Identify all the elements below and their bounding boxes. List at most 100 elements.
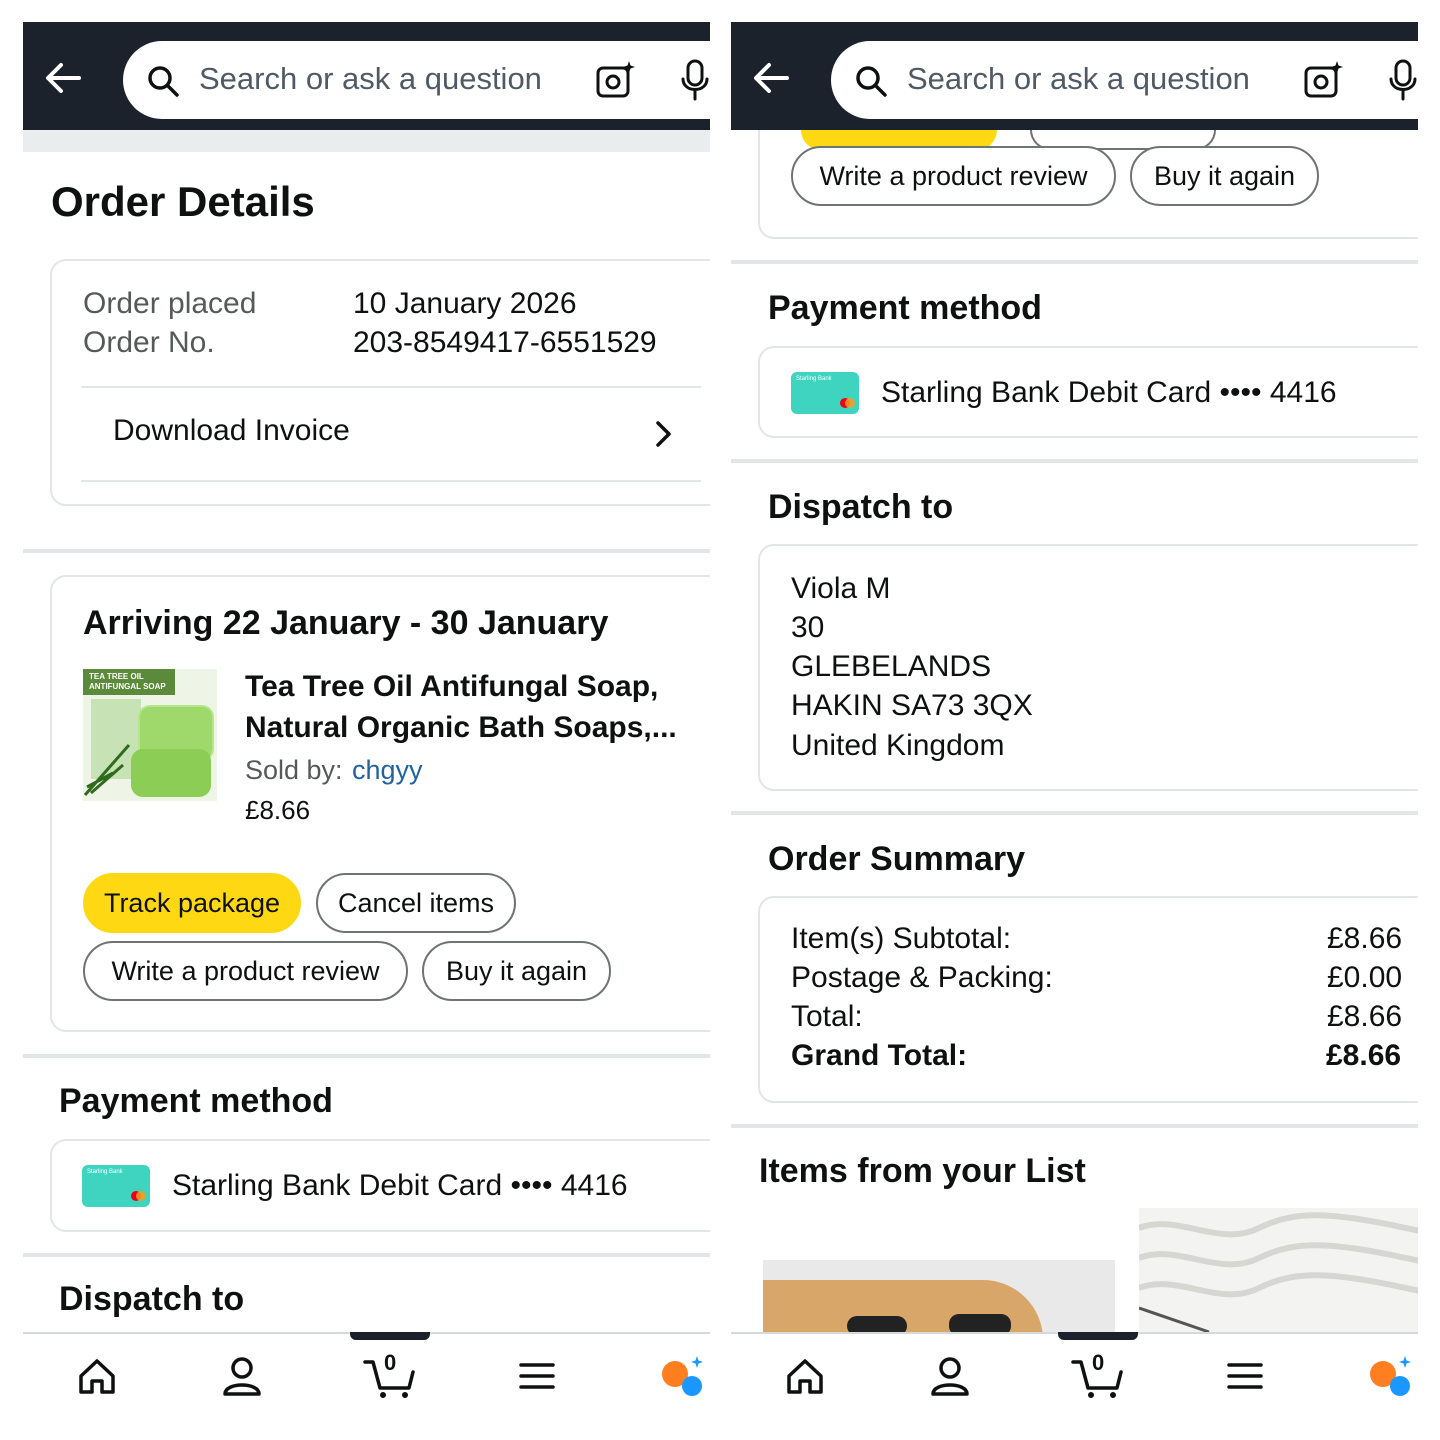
active-tab-indicator xyxy=(1058,1332,1138,1340)
download-invoice-label[interactable]: Download Invoice xyxy=(113,414,350,448)
page-title: Order Details xyxy=(51,178,315,225)
dispatch-to-title: Dispatch to xyxy=(768,488,954,526)
section-separator xyxy=(23,1054,710,1058)
debit-card-icon: Starling Bank xyxy=(791,372,859,414)
address-line-1: 30 xyxy=(791,611,825,644)
payment-card[interactable]: Starling Bank Starling Bank Debit Card •… xyxy=(50,1139,710,1232)
cancel-items-button[interactable]: Cancel items xyxy=(316,873,516,933)
payment-method-title: Payment method xyxy=(59,1082,333,1120)
recipient-name: Viola M xyxy=(791,572,891,605)
payment-method-title: Payment method xyxy=(768,289,1042,327)
order-info-card: Order placed 10 January 2026 Order No. 2… xyxy=(50,259,710,506)
search-placeholder[interactable]: Search or ask a question xyxy=(199,61,542,97)
grand-total-label: Grand Total: xyxy=(791,1039,968,1072)
card-brand-text: Starling Bank xyxy=(87,1169,123,1175)
left-screenshot: Search or ask a question Order Details O… xyxy=(23,22,710,1417)
section-separator xyxy=(23,1253,710,1257)
chevron-right-icon xyxy=(656,421,671,447)
menu-icon[interactable] xyxy=(1223,1354,1267,1398)
buy-again-button[interactable]: Buy it again xyxy=(1130,146,1319,206)
order-summary-title: Order Summary xyxy=(768,840,1025,878)
camera-lens-icon[interactable] xyxy=(595,59,637,101)
dispatch-address-card: Viola M 30 GLEBELANDS HAKIN SA73 3QX Uni… xyxy=(758,544,1418,791)
bottom-navigation: 0 xyxy=(731,1332,1418,1417)
home-icon[interactable] xyxy=(783,1354,827,1398)
total-label: Total: xyxy=(791,1000,863,1033)
microphone-icon[interactable] xyxy=(1387,59,1418,101)
payment-card-text: Starling Bank Debit Card •••• 4416 xyxy=(172,1169,628,1202)
write-review-button[interactable]: Write a product review xyxy=(791,146,1116,206)
back-arrow-icon[interactable] xyxy=(747,56,795,100)
address-country: United Kingdom xyxy=(791,729,1005,762)
product-title-line-1[interactable]: Tea Tree Oil Antifungal Soap, xyxy=(245,670,658,704)
card-brand-text: Starling Bank xyxy=(796,376,832,382)
order-summary-card: Item(s) Subtotal: £8.66 Postage & Packin… xyxy=(758,896,1418,1103)
subtotal-label: Item(s) Subtotal: xyxy=(791,922,1012,955)
sold-by-label: Sold by: xyxy=(245,755,343,785)
top-search-bar: Search or ask a question xyxy=(23,22,710,130)
section-separator xyxy=(731,260,1418,264)
order-placed-label: Order placed xyxy=(83,287,257,320)
cart-count: 0 xyxy=(384,1350,397,1375)
back-arrow-icon[interactable] xyxy=(39,56,87,100)
account-icon[interactable] xyxy=(220,1354,264,1398)
total-value: £8.66 xyxy=(1327,1000,1403,1033)
desk-object xyxy=(949,1314,1011,1332)
tea-tree-leaves-graphic xyxy=(83,744,131,796)
header-divider xyxy=(23,130,710,152)
menu-icon[interactable] xyxy=(515,1354,559,1398)
postage-label: Postage & Packing: xyxy=(791,961,1053,994)
track-package-button[interactable]: Track package xyxy=(83,873,301,933)
list-item-image[interactable] xyxy=(1139,1208,1418,1332)
grand-total-value: £8.66 xyxy=(1326,1039,1402,1072)
cart-count: 0 xyxy=(1092,1350,1105,1375)
search-icon xyxy=(148,66,179,97)
write-review-button[interactable]: Write a product review xyxy=(83,941,408,1001)
postage-value: £0.00 xyxy=(1327,961,1403,994)
search-box[interactable]: Search or ask a question xyxy=(831,41,1418,119)
microphone-icon[interactable] xyxy=(679,59,710,101)
search-icon xyxy=(856,66,887,97)
rufus-assistant-icon[interactable] xyxy=(1367,1354,1411,1398)
order-number-label: Order No. xyxy=(83,326,215,359)
section-separator xyxy=(731,811,1418,815)
product-title-line-2[interactable]: Natural Organic Bath Soaps,... xyxy=(245,711,677,745)
address-line-3: HAKIN SA73 3QX xyxy=(791,689,1033,722)
download-invoice-row[interactable]: Download Invoice xyxy=(81,388,701,480)
subtotal-value: £8.66 xyxy=(1327,922,1403,955)
active-tab-indicator xyxy=(350,1332,430,1340)
product-price: £8.66 xyxy=(245,795,311,825)
order-number: 203-8549417-6551529 xyxy=(353,326,657,359)
seller-link[interactable]: chgyy xyxy=(352,755,423,786)
payment-card-text: Starling Bank Debit Card •••• 4416 xyxy=(881,376,1337,409)
soap-bar xyxy=(131,749,211,797)
items-from-list-title: Items from your List xyxy=(759,1152,1086,1190)
section-separator xyxy=(731,1124,1418,1128)
search-box[interactable]: Search or ask a question xyxy=(123,41,710,119)
payment-card[interactable]: Starling Bank Starling Bank Debit Card •… xyxy=(758,346,1418,438)
product-image-text: TEA TREE OIL ANTIFUNGAL SOAP xyxy=(89,672,166,691)
right-screenshot: Search or ask a question Write a product… xyxy=(731,22,1418,1417)
divider xyxy=(81,480,701,482)
dispatch-to-title: Dispatch to xyxy=(59,1280,245,1318)
list-item-image[interactable] xyxy=(763,1260,1115,1332)
shipment-card: Arriving 22 January - 30 January TEA TRE… xyxy=(50,575,710,1032)
address-line-2: GLEBELANDS xyxy=(791,650,992,683)
account-icon[interactable] xyxy=(928,1354,972,1398)
section-separator xyxy=(731,459,1418,463)
card-logo-dot xyxy=(845,398,855,408)
section-separator xyxy=(23,549,710,553)
card-logo-dot xyxy=(136,1191,146,1201)
mattress-texture-graphic xyxy=(1139,1212,1418,1332)
camera-lens-icon[interactable] xyxy=(1303,59,1345,101)
rufus-assistant-icon[interactable] xyxy=(659,1354,703,1398)
home-icon[interactable] xyxy=(75,1354,119,1398)
search-placeholder[interactable]: Search or ask a question xyxy=(907,61,1250,97)
buy-again-button[interactable]: Buy it again xyxy=(422,941,611,1001)
product-image[interactable]: TEA TREE OIL ANTIFUNGAL SOAP xyxy=(83,669,217,801)
desk-object xyxy=(847,1316,907,1332)
debit-card-icon: Starling Bank xyxy=(82,1165,150,1207)
arriving-date-range: Arriving 22 January - 30 January xyxy=(83,604,609,642)
top-search-bar: Search or ask a question xyxy=(731,22,1418,130)
order-placed-date: 10 January 2026 xyxy=(353,287,577,320)
